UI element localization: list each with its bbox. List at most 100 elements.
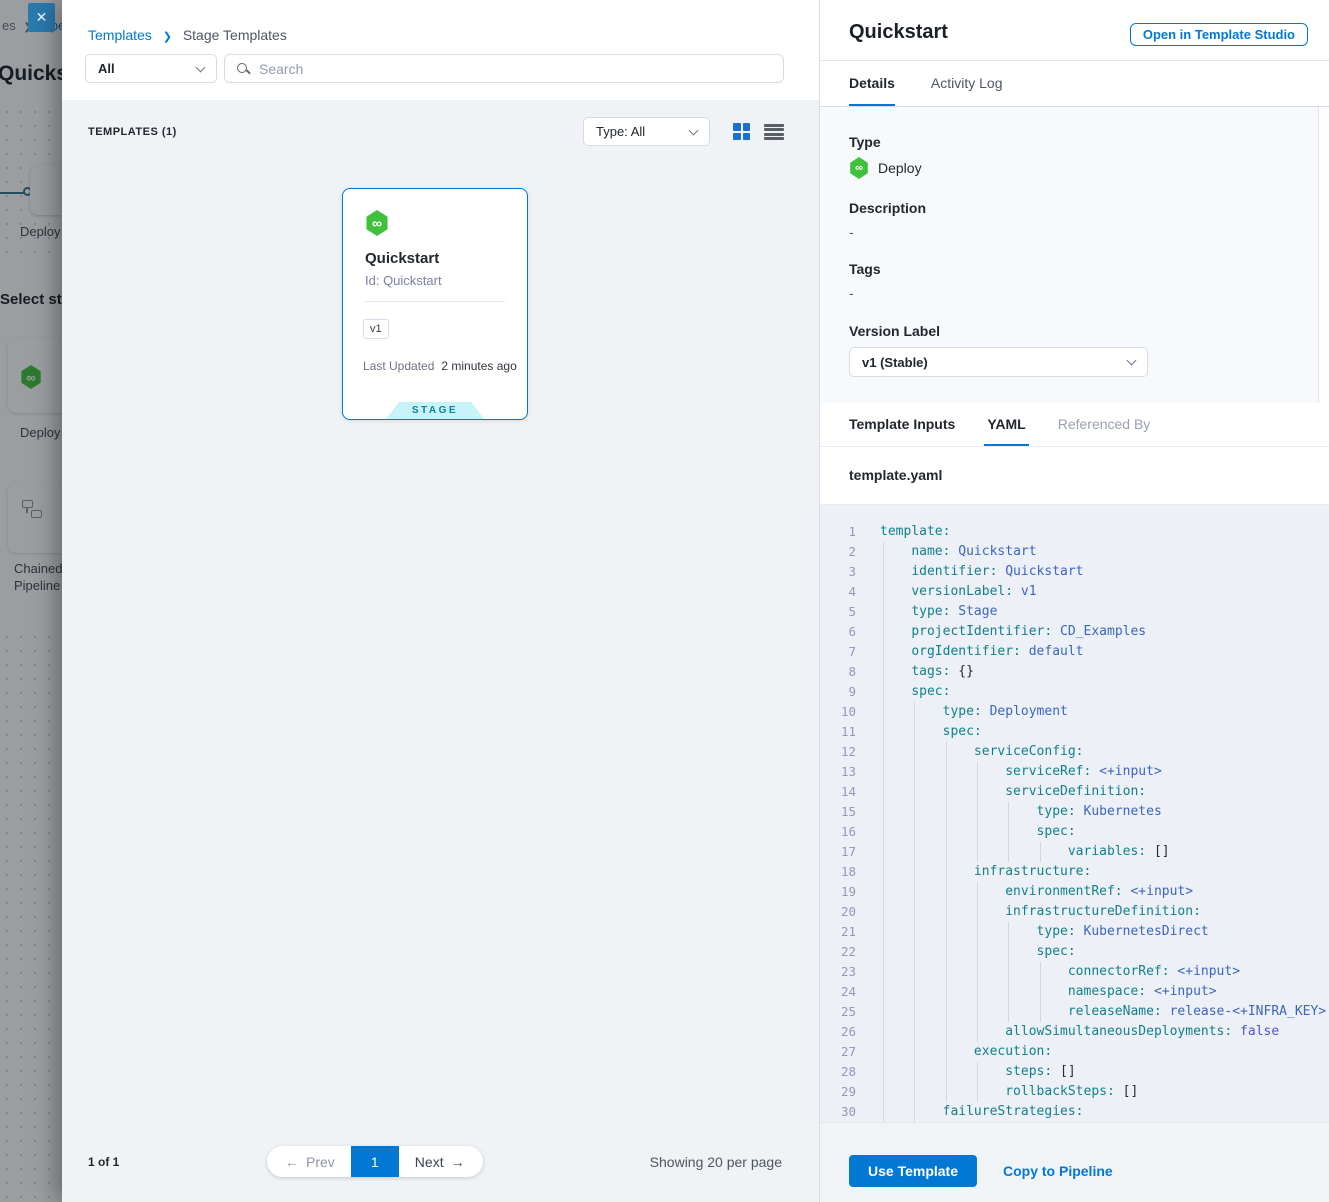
indent-guide — [946, 802, 947, 822]
scrollbar-track[interactable] — [1318, 107, 1329, 403]
grid-view-icon[interactable] — [733, 123, 750, 140]
grid-square — [743, 123, 751, 131]
line-number: 6 — [820, 622, 856, 642]
line-number: 1 — [820, 522, 856, 542]
detail-tabs: Details Activity Log — [849, 60, 1039, 106]
drawer-close-button[interactable]: ✕ — [28, 3, 55, 32]
indent-guide — [914, 1042, 915, 1062]
indent-guide — [977, 822, 978, 842]
indent-guide — [914, 822, 915, 842]
indent-guide — [914, 922, 915, 942]
next-page-button[interactable]: Next → — [399, 1146, 483, 1177]
showing-per-page: Showing 20 per page — [650, 1154, 782, 1170]
indent-guide — [946, 1042, 947, 1062]
indent-guide — [914, 742, 915, 762]
code-line: 6 projectIdentifier: CD_Examples — [820, 622, 1329, 642]
code-text: template: — [880, 522, 950, 542]
indent-guide — [914, 702, 915, 722]
copy-to-pipeline-link[interactable]: Copy to Pipeline — [1003, 1163, 1113, 1179]
version-select-value: v1 (Stable) — [862, 355, 928, 370]
indent-guide — [883, 1002, 884, 1022]
code-text: serviceRef: <+input> — [880, 762, 1162, 782]
page-1-button[interactable]: 1 — [351, 1146, 399, 1177]
indent-guide — [914, 1002, 915, 1022]
line-number: 23 — [820, 962, 856, 982]
indent-guide — [883, 942, 884, 962]
indent-guide — [977, 922, 978, 942]
indent-guide — [914, 802, 915, 822]
code-text: spec: — [880, 722, 982, 742]
line-number: 30 — [820, 1102, 856, 1122]
prev-page-button[interactable]: ← Prev — [267, 1146, 351, 1177]
code-line: 13 serviceRef: <+input> — [820, 762, 1329, 782]
type-filter-select[interactable]: Type: All — [583, 117, 710, 146]
list-view-icon[interactable] — [764, 124, 784, 140]
indent-guide — [977, 902, 978, 922]
code-line: 7 orgIdentifier: default — [820, 642, 1329, 662]
indent-guide — [914, 882, 915, 902]
code-text: namespace: <+input> — [880, 982, 1217, 1002]
code-text: orgIdentifier: default — [880, 642, 1084, 662]
last-updated-value: 2 minutes ago — [441, 359, 516, 373]
version-label: Version Label — [849, 323, 940, 339]
template-card-id: Id: Quickstart — [365, 273, 442, 288]
indent-guide — [1040, 1002, 1041, 1022]
page-count: 1 of 1 — [88, 1155, 119, 1169]
code-line: 28 steps: [] — [820, 1062, 1329, 1082]
line-number: 12 — [820, 742, 856, 762]
code-text: failureStrategies: — [880, 1102, 1084, 1122]
tab-template-inputs[interactable]: Template Inputs — [849, 402, 955, 446]
indent-guide — [883, 802, 884, 822]
indent-guide — [977, 982, 978, 1002]
breadcrumb-templates-link[interactable]: Templates — [88, 27, 152, 43]
type-value-row: ∞ Deploy — [849, 157, 922, 179]
code-line: 8 tags: {} — [820, 662, 1329, 682]
indent-guide — [1008, 962, 1009, 982]
indent-guide — [977, 962, 978, 982]
chevron-down-icon — [689, 125, 699, 135]
detail-title: Quickstart — [849, 21, 948, 44]
code-line: 18 infrastructure: — [820, 862, 1329, 882]
open-in-template-studio-button[interactable]: Open in Template Studio — [1130, 23, 1308, 46]
yaml-file-name: template.yaml — [849, 467, 942, 483]
indent-guide — [977, 1002, 978, 1022]
tab-details[interactable]: Details — [849, 60, 895, 106]
code-line: 9 spec: — [820, 682, 1329, 702]
code-line: 26 allowSimultaneousDeployments: false — [820, 1022, 1329, 1042]
indent-guide — [946, 842, 947, 862]
type-value: Deploy — [878, 160, 922, 176]
line-number: 7 — [820, 642, 856, 662]
line-number: 9 — [820, 682, 856, 702]
code-text: infrastructureDefinition: — [880, 902, 1201, 922]
indent-guide — [1008, 922, 1009, 942]
line-number: 3 — [820, 562, 856, 582]
indent-guide — [914, 1022, 915, 1042]
version-select[interactable]: v1 (Stable) — [849, 347, 1148, 377]
indent-guide — [883, 982, 884, 1002]
use-template-button[interactable]: Use Template — [849, 1155, 977, 1187]
code-line: 15 type: Kubernetes — [820, 802, 1329, 822]
indent-guide — [883, 562, 884, 582]
tab-activity-log[interactable]: Activity Log — [931, 60, 1003, 106]
line-number: 14 — [820, 782, 856, 802]
indent-guide — [977, 842, 978, 862]
line-number: 5 — [820, 602, 856, 622]
code-text: spec: — [880, 822, 1076, 842]
yaml-editor[interactable]: 1template:2 name: Quickstart3 identifier… — [820, 505, 1329, 1122]
search-input[interactable] — [259, 61, 783, 77]
code-text: rollbackSteps: [] — [880, 1082, 1138, 1102]
line-number: 15 — [820, 802, 856, 822]
scope-filter-select[interactable]: All — [85, 54, 217, 83]
version-badge: v1 — [363, 319, 389, 339]
code-text: versionLabel: v1 — [880, 582, 1037, 602]
chevron-down-icon — [1127, 356, 1137, 366]
code-line: 16 spec: — [820, 822, 1329, 842]
indent-guide — [946, 982, 947, 1002]
tab-referenced-by[interactable]: Referenced By — [1058, 402, 1151, 446]
code-text: environmentRef: <+input> — [880, 882, 1193, 902]
line-number: 11 — [820, 722, 856, 742]
indent-guide — [1008, 822, 1009, 842]
template-card-quickstart[interactable]: ∞ Quickstart Id: Quickstart v1 Last Upda… — [342, 188, 528, 420]
detail-footer: Use Template Copy to Pipeline — [820, 1122, 1329, 1202]
tab-yaml[interactable]: YAML — [987, 402, 1025, 446]
